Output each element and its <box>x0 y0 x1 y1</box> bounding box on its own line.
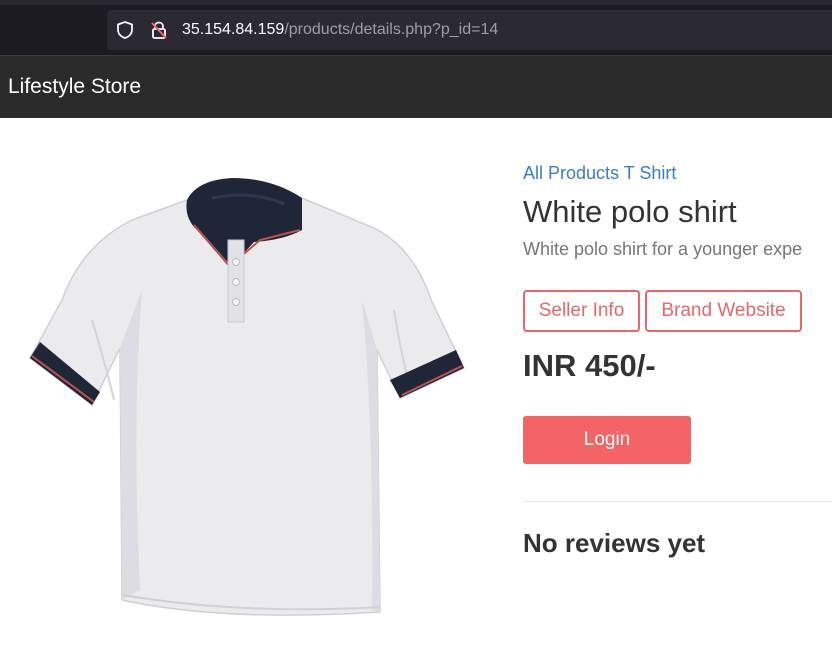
url-host: 35.154.84.159 <box>182 21 285 38</box>
brand-link[interactable]: Lifestyle Store <box>8 56 141 118</box>
breadcrumb[interactable]: All Products T Shirt <box>523 163 676 184</box>
product-price: INR 450/- <box>523 348 656 383</box>
seller-info-button[interactable]: Seller Info <box>523 290 640 332</box>
url-path: /products/details.php?p_id=14 <box>284 21 499 38</box>
brand-website-button[interactable]: Brand Website <box>645 290 802 332</box>
url-bar[interactable]: 35.154.84.159/products/details.php?p_id=… <box>107 10 832 50</box>
product-title: White polo shirt <box>523 194 737 229</box>
polo-shirt-image <box>29 178 466 616</box>
reviews-heading: No reviews yet <box>523 528 706 558</box>
insecure-lock-icon[interactable] <box>149 20 169 40</box>
site-navbar: Lifestyle Store <box>0 55 832 118</box>
tab-strip <box>0 0 832 5</box>
divider <box>523 501 832 502</box>
product-description: White polo shirt for a younger expe <box>523 239 803 259</box>
login-button[interactable]: Login <box>523 416 691 464</box>
shield-icon[interactable] <box>115 20 135 40</box>
browser-toolbar: 35.154.84.159/products/details.php?p_id=… <box>0 0 832 55</box>
url-text[interactable]: 35.154.84.159/products/details.php?p_id=… <box>182 10 498 50</box>
